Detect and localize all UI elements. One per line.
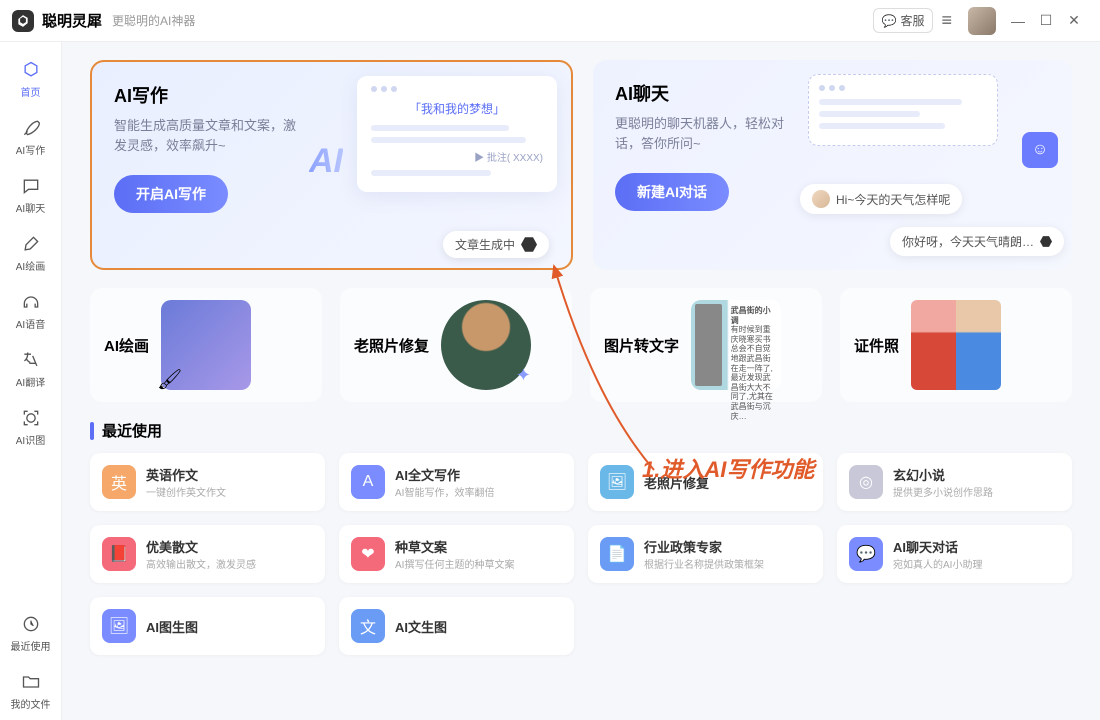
- new-chat-button[interactable]: 新建AI对话: [615, 173, 729, 211]
- card-icon: A: [351, 465, 385, 499]
- card-subtitle: AI撰写任何主题的种草文案: [395, 556, 514, 571]
- card-subtitle: 高效输出散文，激发灵感: [146, 556, 256, 571]
- clock-icon: [20, 613, 42, 635]
- card-subtitle: AI智能写作，效率翻倍: [395, 484, 494, 499]
- recent-card[interactable]: ◎ 玄幻小说 提供更多小说创作思路: [837, 453, 1072, 511]
- card-title: 行业政策专家: [644, 537, 764, 556]
- sidebar-item-files[interactable]: 我的文件: [0, 662, 61, 720]
- app-name: 聪明灵犀: [42, 10, 102, 31]
- card-title: 优美散文: [146, 537, 256, 556]
- photo-thumbnail: [441, 300, 531, 390]
- chat-icon: 💬: [882, 14, 897, 28]
- headphone-icon: [20, 291, 42, 313]
- card-icon: 文: [351, 609, 385, 643]
- card-title: 英语作文: [146, 465, 226, 484]
- card-subtitle: 提供更多小说创作思路: [893, 484, 993, 499]
- main-content: AI写作 智能生成高质量文章和文案，激发灵感，效率飙升~ 开启AI写作 AI 「…: [62, 42, 1100, 720]
- quick-card-idphoto[interactable]: 证件照: [840, 288, 1072, 402]
- recent-card[interactable]: 💬 AI聊天对话 宛如真人的AI小助理: [837, 525, 1072, 583]
- recent-card[interactable]: 文 AI文生图: [339, 597, 574, 655]
- app-tagline: 更聪明的AI神器: [112, 12, 195, 29]
- card-icon: 💬: [849, 537, 883, 571]
- recent-card[interactable]: 🖼 AI图生图: [90, 597, 325, 655]
- card-title: 玄幻小说: [893, 465, 993, 484]
- hero-chat-desc: 更聪明的聊天机器人，轻松对话，答你所问~: [615, 114, 805, 153]
- brush-icon: [20, 233, 42, 255]
- sidebar: 首页 AI写作 AI聊天 AI绘画 AI语音 AI翻译 AI识图 最: [0, 42, 62, 720]
- card-title: AI图生图: [146, 617, 198, 636]
- quick-card-restore[interactable]: 老照片修复: [340, 288, 572, 402]
- hero-writing-card[interactable]: AI写作 智能生成高质量文章和文案，激发灵感，效率飙升~ 开启AI写作 AI 「…: [90, 60, 573, 270]
- chat-bubble-user: Hi~今天的天气怎样呢: [800, 184, 962, 214]
- recent-card[interactable]: A AI全文写作 AI智能写作，效率翻倍: [339, 453, 574, 511]
- card-icon: 英: [102, 465, 136, 499]
- user-avatar[interactable]: [968, 7, 996, 35]
- menu-button[interactable]: ≡: [941, 10, 952, 31]
- sidebar-item-ocr[interactable]: AI识图: [0, 398, 61, 456]
- ocr-thumbnail: 武昌街的小调有时候到重庆晓寒买书总会不自觉地跟武昌街在走一阵了,最近发现武昌街大…: [691, 300, 781, 390]
- scan-icon: [20, 407, 42, 429]
- writing-preview-card: 「我和我的梦想」 ▶ 批注( XXXX): [357, 76, 557, 192]
- id-thumbnail: [911, 300, 1001, 390]
- feather-icon: [20, 117, 42, 139]
- titlebar: 聪明灵犀 更聪明的AI神器 💬 客服 ≡ — ☐ ✕: [0, 0, 1100, 42]
- hexagon-icon: [20, 59, 42, 81]
- folder-icon: [20, 671, 42, 693]
- card-icon: 🖼: [102, 609, 136, 643]
- recent-card[interactable]: ❤ 种草文案 AI撰写任何主题的种草文案: [339, 525, 574, 583]
- card-icon: 📄: [600, 537, 634, 571]
- card-subtitle: 根据行业名称提供政策框架: [644, 556, 764, 571]
- app-logo: [12, 10, 34, 32]
- chat-bubble-icon: [20, 175, 42, 197]
- sidebar-item-recent[interactable]: 最近使用: [0, 604, 61, 662]
- sidebar-item-writing[interactable]: AI写作: [0, 108, 61, 166]
- card-title: AI聊天对话: [893, 537, 982, 556]
- sidebar-item-translate[interactable]: AI翻译: [0, 340, 61, 398]
- sidebar-item-paint[interactable]: AI绘画: [0, 224, 61, 282]
- chat-preview-box: [808, 74, 998, 146]
- card-subtitle: 宛如真人的AI小助理: [893, 556, 982, 571]
- card-title: 种草文案: [395, 537, 514, 556]
- chat-smile-icon: ☺: [1022, 132, 1058, 168]
- maximize-button[interactable]: ☐: [1032, 12, 1060, 29]
- quick-card-paint[interactable]: AI绘画: [90, 288, 322, 402]
- support-button[interactable]: 💬 客服: [873, 8, 934, 33]
- hero-chat-card[interactable]: AI聊天 更聪明的聊天机器人，轻松对话，答你所问~ 新建AI对话 ☺ Hi~今天…: [593, 60, 1072, 270]
- minimize-button[interactable]: —: [1004, 13, 1032, 29]
- sidebar-item-home[interactable]: 首页: [0, 50, 61, 108]
- chat-bubble-reply: 你好呀，今天天气晴朗…: [890, 227, 1064, 256]
- translate-icon: [20, 349, 42, 371]
- card-title: AI文生图: [395, 617, 447, 636]
- ai-badge: AI: [309, 142, 343, 181]
- paint-thumbnail: [161, 300, 251, 390]
- generating-badge: 文章生成中: [443, 231, 549, 258]
- recent-card[interactable]: 📕 优美散文 高效输出散文，激发灵感: [90, 525, 325, 583]
- sidebar-item-voice[interactable]: AI语音: [0, 282, 61, 340]
- card-title: 老照片修复: [644, 473, 709, 492]
- recent-grid: 英 英语作文 一键创作英文作文A AI全文写作 AI智能写作，效率翻倍🖼 老照片…: [90, 453, 1072, 655]
- close-button[interactable]: ✕: [1060, 12, 1088, 29]
- recent-card[interactable]: 📄 行业政策专家 根据行业名称提供政策框架: [588, 525, 823, 583]
- card-icon: 🖼: [600, 465, 634, 499]
- card-icon: ◎: [849, 465, 883, 499]
- recent-header: 最近使用: [90, 420, 1072, 441]
- recent-card[interactable]: 🖼 老照片修复: [588, 453, 823, 511]
- card-icon: ❤: [351, 537, 385, 571]
- start-writing-button[interactable]: 开启AI写作: [114, 175, 228, 213]
- card-icon: 📕: [102, 537, 136, 571]
- sidebar-item-chat[interactable]: AI聊天: [0, 166, 61, 224]
- card-title: AI全文写作: [395, 465, 494, 484]
- hero-writing-desc: 智能生成高质量文章和文案，激发灵感，效率飙升~: [114, 116, 304, 155]
- quick-card-ocr[interactable]: 图片转文字 武昌街的小调有时候到重庆晓寒买书总会不自觉地跟武昌街在走一阵了,最近…: [590, 288, 822, 402]
- recent-card[interactable]: 英 英语作文 一键创作英文作文: [90, 453, 325, 511]
- card-subtitle: 一键创作英文作文: [146, 484, 226, 499]
